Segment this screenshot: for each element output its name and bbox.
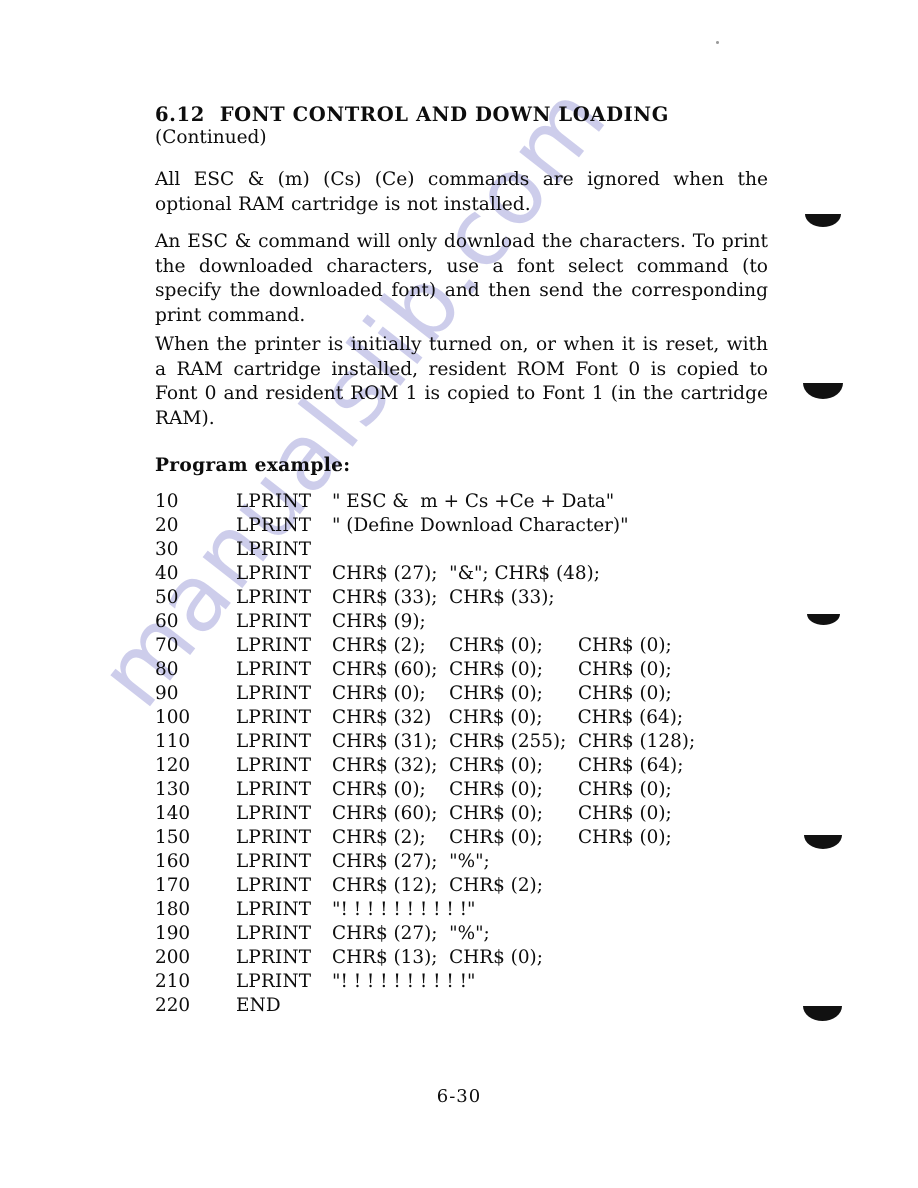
code-line-number: 50 [155, 587, 179, 608]
code-line-number: 170 [155, 875, 191, 896]
program-listing: 10 LPRINT " ESC & m + Cs +Ce + Data" 20 LPR… [155, 491, 795, 1019]
code-line: 70 LPRINT CHR$ (2); CHR$ (0); CHR$ (0); [155, 635, 795, 659]
code-line-number: 10 [155, 491, 179, 512]
code-line: 20 LPRINT " (Define Download Character)" [155, 515, 795, 539]
code-line: 220 END [155, 995, 795, 1019]
code-keyword: LPRINT [236, 731, 312, 752]
code-line: 160 LPRINT CHR$ (27); "%"; [155, 851, 795, 875]
code-arguments: CHR$ (2); CHR$ (0); CHR$ (0); [332, 635, 672, 656]
code-arguments: CHR$ (60); CHR$ (0); CHR$ (0); [332, 659, 672, 680]
code-line: 40 LPRINT CHR$ (27); "&"; CHR$ (48); [155, 563, 795, 587]
code-line-number: 180 [155, 899, 191, 920]
code-line-number: 210 [155, 971, 191, 992]
code-line-number: 200 [155, 947, 191, 968]
code-line: 150 LPRINT CHR$ (2); CHR$ (0); CHR$ (0); [155, 827, 795, 851]
code-keyword: LPRINT [236, 683, 312, 704]
code-keyword: LPRINT [236, 947, 312, 968]
code-keyword: LPRINT [236, 707, 312, 728]
code-line: 50 LPRINT CHR$ (33); CHR$ (33); [155, 587, 795, 611]
code-keyword: LPRINT [236, 539, 312, 560]
code-keyword: LPRINT [236, 851, 312, 872]
code-line: 210 LPRINT "! ! ! ! ! ! ! ! ! !" [155, 971, 795, 995]
code-keyword: LPRINT [236, 803, 312, 824]
code-line-number: 60 [155, 611, 179, 632]
code-arguments: CHR$ (32) CHR$ (0); CHR$ (64); [332, 707, 684, 728]
code-arguments: CHR$ (0); CHR$ (0); CHR$ (0); [332, 683, 672, 704]
code-line-number: 190 [155, 923, 191, 944]
code-line: 110 LPRINT CHR$ (31); CHR$ (255); CHR$ (12… [155, 731, 795, 755]
code-line: 200 LPRINT CHR$ (13); CHR$ (0); [155, 947, 795, 971]
code-line-number: 150 [155, 827, 191, 848]
code-keyword: LPRINT [236, 899, 312, 920]
code-line-number: 130 [155, 779, 191, 800]
code-line: 140 LPRINT CHR$ (60); CHR$ (0); CHR$ (0); [155, 803, 795, 827]
section-heading: 6.12 FONT CONTROL AND DOWN LOADING (Cont… [155, 104, 795, 149]
code-keyword: LPRINT [236, 563, 312, 584]
code-line-number: 30 [155, 539, 179, 560]
code-keyword: LPRINT [236, 587, 312, 608]
code-arguments: " (Define Download Character)" [332, 515, 629, 536]
body-paragraph: All ESC & (m) (Cs) (Ce) commands are ign… [155, 169, 768, 215]
section-heading-title: 6.12 FONT CONTROL AND DOWN LOADING [155, 104, 795, 126]
code-keyword: LPRINT [236, 515, 312, 536]
code-line-number: 100 [155, 707, 191, 728]
code-line: 120 LPRINT CHR$ (32); CHR$ (0); CHR$ (64); [155, 755, 795, 779]
code-line-number: 90 [155, 683, 179, 704]
code-line: 80 LPRINT CHR$ (60); CHR$ (0); CHR$ (0); [155, 659, 795, 683]
code-line-number: 110 [155, 731, 191, 752]
code-keyword: LPRINT [236, 755, 312, 776]
section-title-text: FONT CONTROL AND DOWN LOADING [219, 103, 669, 126]
code-arguments: CHR$ (12); CHR$ (2); [332, 875, 543, 896]
page-number-footer: 6-30 [436, 1086, 482, 1107]
code-arguments: CHR$ (27); "&"; CHR$ (48); [332, 563, 600, 584]
program-example-label: Program example: [155, 455, 351, 476]
code-keyword: LPRINT [236, 491, 312, 512]
code-keyword: LPRINT [236, 827, 312, 848]
section-number: 6.12 [155, 103, 205, 126]
code-line: 130 LPRINT CHR$ (0); CHR$ (0); CHR$ (0); [155, 779, 795, 803]
code-arguments: CHR$ (27); "%"; [332, 851, 490, 872]
code-line-number: 140 [155, 803, 191, 824]
section-continued-label: (Continued) [155, 126, 267, 148]
code-arguments: CHR$ (33); CHR$ (33); [332, 587, 555, 608]
code-line-number: 80 [155, 659, 179, 680]
code-line: 60 LPRINT CHR$ (9); [155, 611, 795, 635]
code-line: 10 LPRINT " ESC & m + Cs +Ce + Data" [155, 491, 795, 515]
code-keyword: END [236, 995, 281, 1016]
code-arguments: "! ! ! ! ! ! ! ! ! !" [332, 971, 476, 992]
code-line: 180 LPRINT "! ! ! ! ! ! ! ! ! !" [155, 899, 795, 923]
code-arguments: CHR$ (13); CHR$ (0); [332, 947, 543, 968]
code-arguments: CHR$ (27); "%"; [332, 923, 490, 944]
code-line-number: 20 [155, 515, 179, 536]
code-arguments: "! ! ! ! ! ! ! ! ! !" [332, 899, 476, 920]
document-page: manualslib.com 6.12 FONT CONTROL AND DOW… [0, 0, 918, 1188]
code-keyword: LPRINT [236, 635, 312, 656]
code-arguments: CHR$ (31); CHR$ (255); CHR$ (128); [332, 731, 696, 752]
code-keyword: LPRINT [236, 779, 312, 800]
code-arguments: CHR$ (60); CHR$ (0); CHR$ (0); [332, 803, 672, 824]
code-keyword: LPRINT [236, 611, 312, 632]
code-arguments: " ESC & m + Cs +Ce + Data" [332, 491, 615, 512]
code-arguments: CHR$ (32); CHR$ (0); CHR$ (64); [332, 755, 684, 776]
code-keyword: LPRINT [236, 875, 312, 896]
code-line-number: 160 [155, 851, 191, 872]
code-arguments: CHR$ (2); CHR$ (0); CHR$ (0); [332, 827, 672, 848]
code-line: 90 LPRINT CHR$ (0); CHR$ (0); CHR$ (0); [155, 683, 795, 707]
code-line-number: 220 [155, 995, 191, 1016]
code-keyword: LPRINT [236, 923, 312, 944]
code-line-number: 70 [155, 635, 179, 656]
body-paragraph: When the printer is initially turned on,… [155, 334, 768, 429]
code-keyword: LPRINT [236, 659, 312, 680]
code-line-number: 40 [155, 563, 179, 584]
code-arguments: CHR$ (9); [332, 611, 426, 632]
code-line: 170 LPRINT CHR$ (12); CHR$ (2); [155, 875, 795, 899]
code-line-number: 120 [155, 755, 191, 776]
code-line: 100 LPRINT CHR$ (32) CHR$ (0); CHR$ (64); [155, 707, 795, 731]
body-paragraph: An ESC & command will only download the … [155, 231, 768, 326]
code-keyword: LPRINT [236, 971, 312, 992]
code-line: 190 LPRINT CHR$ (27); "%"; [155, 923, 795, 947]
code-line: 30 LPRINT [155, 539, 795, 563]
code-arguments: CHR$ (0); CHR$ (0); CHR$ (0); [332, 779, 672, 800]
